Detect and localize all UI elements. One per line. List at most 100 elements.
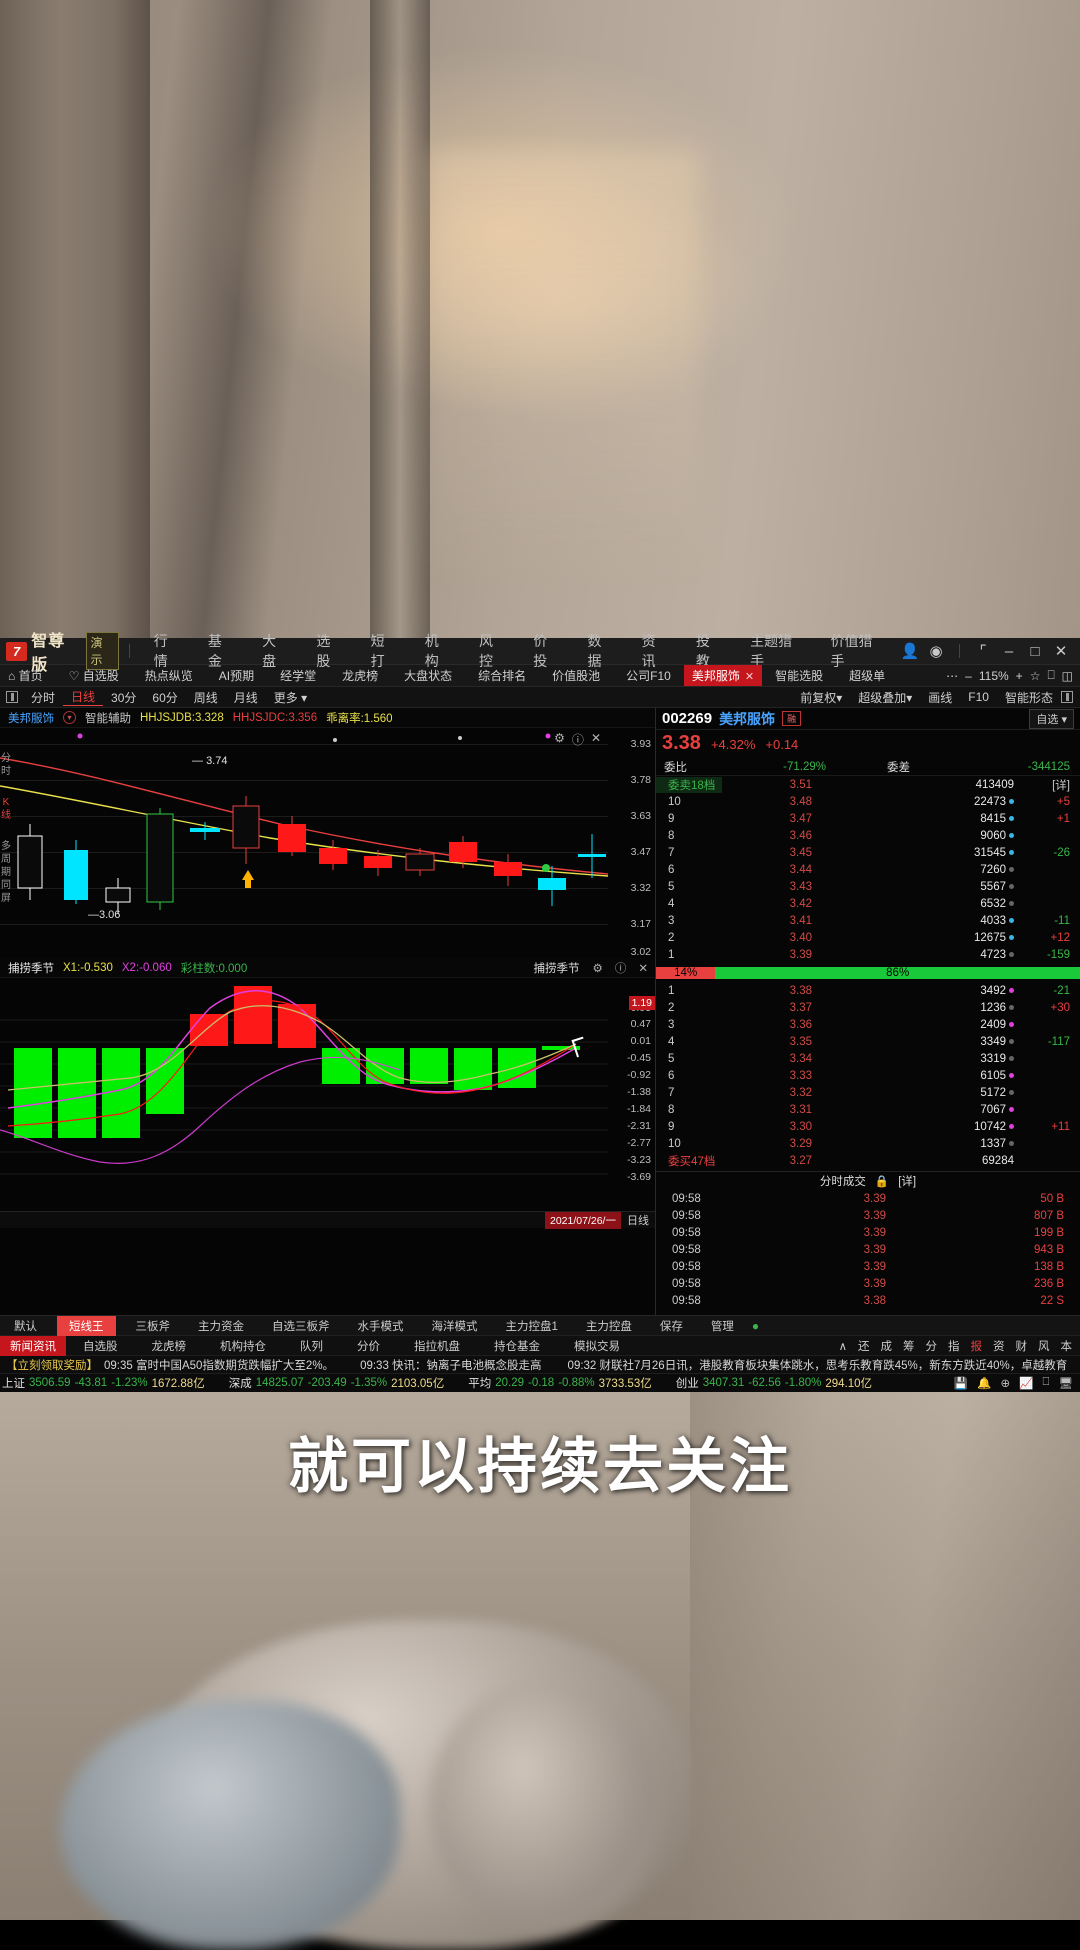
main-price-chart[interactable]: 分时 K线 多周期同屏 ⚙ ⓘ ✕ — 3.74 —3.06 3.93 3.78… xyxy=(0,728,655,958)
menu-item-0[interactable]: 行情 xyxy=(140,631,194,671)
menu-item-8[interactable]: 数据 xyxy=(573,631,627,671)
dropdown-circle-icon[interactable]: ▾ xyxy=(63,711,76,724)
pin-icon[interactable]: ⌜ xyxy=(970,642,996,660)
period-monthly[interactable]: 月线 xyxy=(226,689,266,706)
nav-item-hotspots[interactable]: 热点纵览 xyxy=(132,667,206,684)
maximize-icon[interactable]: □ xyxy=(1022,643,1048,660)
smart-pattern-button[interactable]: 智能形态 xyxy=(997,689,1061,706)
info-tab-price-dist[interactable]: 分价 xyxy=(340,1338,397,1354)
bell-icon[interactable]: 🔔 xyxy=(977,1376,991,1390)
info-tab-simulate[interactable]: 模拟交易 xyxy=(557,1338,637,1354)
period-30min[interactable]: 30分 xyxy=(103,689,144,706)
period-more[interactable]: 更多 ▾ xyxy=(266,689,315,706)
order-book-row[interactable]: 5 3.34 3319 xyxy=(656,1050,1080,1067)
sub-indicator-chart[interactable]: 1.19 0.47 0.01 -0.45 -0.92 -1.38 -1.84 -… xyxy=(0,978,655,1229)
star-icon[interactable]: ☆ xyxy=(1030,669,1041,683)
adjust-price-button[interactable]: 前复权▾ xyxy=(792,689,850,706)
side-tab-minute[interactable]: 分时 xyxy=(0,752,12,778)
order-book-row[interactable]: 5 3.43 5567 xyxy=(656,878,1080,895)
chart-side-tabs[interactable]: 分时 K线 多周期同屏 xyxy=(0,752,12,905)
side-tab-multiperiod[interactable]: 多周期同屏 xyxy=(0,840,12,905)
period-daily[interactable]: 日线 xyxy=(63,688,104,706)
order-book-row[interactable]: 1 3.38 3492 -21 xyxy=(656,982,1080,999)
nav-item-watchlist[interactable]: ♡ 自选股 xyxy=(56,667,132,684)
menu-item-2[interactable]: 大盘 xyxy=(248,631,302,671)
target-icon[interactable]: ⊕ xyxy=(1001,1376,1011,1390)
monitor-icon[interactable]: 🖥 xyxy=(1058,1376,1073,1390)
menu-item-9[interactable]: 资讯 xyxy=(628,631,682,671)
shortcut-5-active[interactable]: 报 xyxy=(971,1338,983,1354)
draw-line-button[interactable]: 画线 xyxy=(920,689,960,706)
nav-item-super-order[interactable]: 超级单 xyxy=(836,667,898,684)
window-icon[interactable]: ⎕ xyxy=(1042,1376,1049,1390)
gear-icon[interactable]: ⚙ xyxy=(554,731,565,748)
info-tab-longhu[interactable]: 龙虎榜 xyxy=(135,1338,204,1354)
strategy-tab-save[interactable]: 保存 xyxy=(646,1318,697,1334)
order-book-row[interactable]: 8 3.31 7067 xyxy=(656,1101,1080,1118)
order-book-row[interactable]: 7 3.45 31545 -26 xyxy=(656,844,1080,861)
strategy-tab-sailor[interactable]: 水手模式 xyxy=(344,1318,418,1334)
help-icon[interactable]: ⓘ xyxy=(572,731,584,748)
overlay-button[interactable]: 超级叠加▾ xyxy=(850,689,920,706)
period-weekly[interactable]: 周线 xyxy=(186,689,226,706)
nav-item-ranking[interactable]: 综合排名 xyxy=(465,667,539,684)
order-book-row[interactable]: 1 3.39 4723 -159 xyxy=(656,946,1080,963)
strategy-tab-three-axe[interactable]: 三板斧 xyxy=(122,1318,185,1334)
add-watchlist-button[interactable]: 自选 ▾ xyxy=(1029,708,1074,729)
screen-icon[interactable]: ⎕ xyxy=(1047,668,1054,683)
menu-item-7[interactable]: 价投 xyxy=(519,631,573,671)
order-book-row[interactable]: 2 3.37 1236 +30 xyxy=(656,999,1080,1016)
strategy-tab-main-funds[interactable]: 主力资金 xyxy=(184,1318,258,1334)
layout-icon[interactable]: ◫ xyxy=(1062,669,1073,683)
lock-icon[interactable]: 🔒 xyxy=(875,1174,889,1188)
close-icon[interactable]: ✕ xyxy=(638,961,655,975)
shortcut-2[interactable]: 筹 xyxy=(903,1338,915,1354)
nav-item-market-status[interactable]: 大盘状态 xyxy=(391,667,465,684)
strategy-tab-custom-axe[interactable]: 自选三板斧 xyxy=(258,1318,344,1334)
sub-chart-plot[interactable] xyxy=(0,978,608,1228)
side-tab-kline[interactable]: K线 xyxy=(0,796,12,822)
nav-item-ai-forecast[interactable]: AI预期 xyxy=(206,667,267,684)
f10-button[interactable]: F10 xyxy=(960,690,997,704)
detail-link[interactable]: [详] xyxy=(1018,777,1080,793)
close-icon[interactable]: ✕ xyxy=(591,731,601,748)
split-view-icon[interactable] xyxy=(1061,691,1073,703)
menu-item-6[interactable]: 风控 xyxy=(465,631,519,671)
shortcut-0[interactable]: 还 xyxy=(858,1338,870,1354)
order-book-row[interactable]: 7 3.32 5172 xyxy=(656,1084,1080,1101)
order-book-row[interactable]: 9 3.30 10742 +11 xyxy=(656,1118,1080,1135)
shortcut-1[interactable]: 成 xyxy=(881,1338,893,1354)
shortcut-6[interactable]: 资 xyxy=(993,1338,1005,1354)
info-tab-news[interactable]: 新闻资讯 xyxy=(0,1335,66,1356)
period-minute[interactable]: 分时 xyxy=(23,689,63,706)
target-icon[interactable]: ◉ xyxy=(923,642,949,660)
news-item-2[interactable]: 09:32 财联社7月26日讯，港股教育板块集体跳水，思考乐教育跌45%，新东方… xyxy=(568,1357,1080,1373)
order-book-row[interactable]: 10 3.48 22473 +5 xyxy=(656,793,1080,810)
nav-item-longhu[interactable]: 龙虎榜 xyxy=(329,667,391,684)
shortcut-icon-expand[interactable]: ∧ xyxy=(839,1339,847,1353)
strategy-tab-control1[interactable]: 主力控盘1 xyxy=(492,1318,572,1334)
order-book-row[interactable]: 6 3.33 6105 xyxy=(656,1067,1080,1084)
more-icon[interactable]: ⋯ xyxy=(946,669,958,683)
order-book-row[interactable]: 2 3.40 12675 +12 xyxy=(656,929,1080,946)
main-chart-plot[interactable]: — 3.74 —3.06 xyxy=(0,728,608,958)
close-icon[interactable]: ✕ xyxy=(1048,642,1074,660)
news-item-1[interactable]: 09:33 快讯：钠离子电池概念股走高 xyxy=(360,1357,567,1373)
strategy-tab-default[interactable]: 默认 xyxy=(0,1318,51,1334)
smart-assist-label[interactable]: 智能辅助 xyxy=(85,710,131,726)
nav-item-smart-pick[interactable]: 智能选股 xyxy=(762,667,836,684)
order-book-row[interactable]: 6 3.44 7260 xyxy=(656,861,1080,878)
strategy-tab-control[interactable]: 主力控盘 xyxy=(572,1318,646,1334)
help-icon[interactable]: ⓘ xyxy=(615,960,630,976)
shortcut-3[interactable]: 分 xyxy=(926,1338,938,1354)
order-book-row[interactable]: 4 3.35 3349 -117 xyxy=(656,1033,1080,1050)
minimize-icon[interactable]: – xyxy=(996,643,1022,660)
nav-item-home[interactable]: ⌂ 首页 xyxy=(0,667,56,684)
menu-item-4[interactable]: 短打 xyxy=(357,631,411,671)
info-tab-institution[interactable]: 机构持仓 xyxy=(203,1338,283,1354)
menu-item-1[interactable]: 基金 xyxy=(194,631,248,671)
panel-layout-icon[interactable] xyxy=(6,691,18,703)
shortcut-8[interactable]: 风 xyxy=(1038,1338,1050,1354)
nav-item-company-f10[interactable]: 公司F10 xyxy=(613,667,684,684)
nav-item-academy[interactable]: 经学堂 xyxy=(267,667,329,684)
